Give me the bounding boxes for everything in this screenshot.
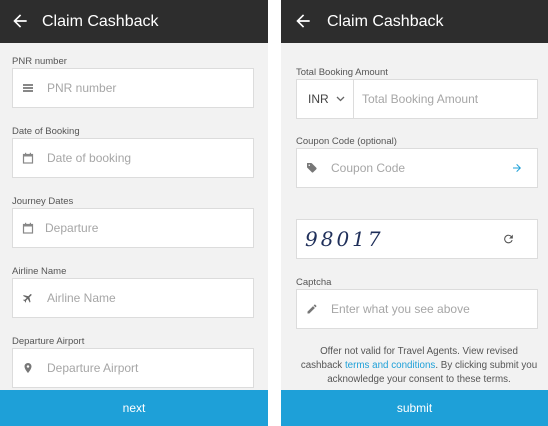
departure-airport-label: Departure Airport <box>12 336 85 347</box>
captcha-field[interactable] <box>296 289 538 329</box>
departure-airport-input[interactable] <box>47 359 243 377</box>
captcha-label: Captcha <box>296 277 332 288</box>
arrow-right-icon[interactable] <box>511 162 523 174</box>
departure-airport-field[interactable] <box>12 348 254 388</box>
submit-button[interactable]: submit <box>281 390 548 426</box>
pnr-label: PNR number <box>12 56 67 67</box>
airplane-icon <box>23 294 32 303</box>
next-button[interactable]: next <box>0 390 268 426</box>
terms-link[interactable]: terms and conditions <box>345 360 435 371</box>
departure-date-field[interactable] <box>12 208 254 248</box>
calendar-icon <box>22 222 34 234</box>
booking-date-label: Date of Booking <box>12 126 80 137</box>
tag-icon <box>307 163 317 173</box>
chevron-down-icon <box>336 96 345 102</box>
list-icon <box>23 84 33 92</box>
claim-cashback-screen-left: Claim Cashback PNR number Date of Bookin… <box>0 0 268 426</box>
captcha-image-box: 98017 <box>296 219 538 259</box>
airline-input[interactable] <box>47 289 243 307</box>
page-title: Claim Cashback <box>327 13 444 30</box>
arrow-left-icon[interactable] <box>293 11 313 31</box>
refresh-icon[interactable] <box>502 233 515 246</box>
terms-notice: Offer not valid for Travel Agents. View … <box>299 345 539 387</box>
pencil-icon <box>307 304 317 314</box>
claim-cashback-screen-right: Claim Cashback Total Booking Amount INR … <box>281 0 548 426</box>
journey-dates-label: Journey Dates <box>12 196 74 207</box>
currency-select[interactable]: INR <box>297 80 354 118</box>
captcha-input[interactable] <box>331 300 527 318</box>
amount-field[interactable]: INR <box>296 79 538 119</box>
location-pin-icon <box>24 363 32 373</box>
coupon-input[interactable] <box>331 159 501 177</box>
captcha-image: 98017 <box>305 227 384 251</box>
calendar-icon <box>22 152 34 164</box>
pnr-input[interactable] <box>47 79 243 97</box>
app-bar: Claim Cashback <box>281 0 548 43</box>
amount-label: Total Booking Amount <box>296 67 388 78</box>
arrow-left-icon[interactable] <box>10 11 30 31</box>
booking-date-input[interactable] <box>47 149 243 167</box>
app-bar: Claim Cashback <box>0 0 268 43</box>
airline-label: Airline Name <box>12 266 67 277</box>
pnr-field[interactable] <box>12 68 254 108</box>
amount-input[interactable] <box>362 90 530 108</box>
departure-date-input[interactable] <box>45 219 243 237</box>
coupon-field[interactable] <box>296 148 538 188</box>
page-title: Claim Cashback <box>42 13 159 30</box>
currency-value: INR <box>308 92 329 106</box>
coupon-label: Coupon Code (optional) <box>296 136 397 147</box>
booking-date-field[interactable] <box>12 138 254 178</box>
airline-field[interactable] <box>12 278 254 318</box>
